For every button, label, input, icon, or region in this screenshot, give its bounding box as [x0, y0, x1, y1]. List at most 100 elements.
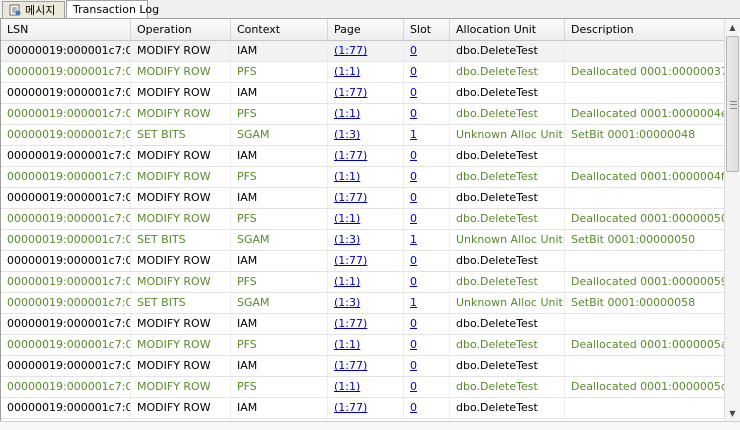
table-row[interactable]: 00000019:000001c7:0011MODIFY ROWIAM(1:77…: [1, 314, 725, 335]
cell-slot[interactable]: 1: [404, 230, 450, 250]
cell-page[interactable]: (1:77): [328, 83, 404, 103]
cell-description: Deallocated 0001:00000037: [565, 62, 725, 82]
cell-operation: MODIFY ROW: [131, 356, 231, 376]
cell-page[interactable]: (1:1): [328, 272, 404, 292]
cell-operation: MODIFY ROW: [131, 377, 231, 397]
table-row[interactable]: 00000019:000001c7:0015MODIFY ROWIAM(1:77…: [1, 398, 725, 419]
grid-header: LSN Operation Context Page Slot Allocati…: [1, 19, 725, 41]
column-header-operation[interactable]: Operation: [131, 19, 231, 40]
cell-page[interactable]: (1:3): [328, 230, 404, 250]
table-row[interactable]: 00000019:000001c7:0010SET BITSSGAM(1:3)1…: [1, 293, 725, 314]
cell-lsn: 00000019:000001c7:0015: [1, 398, 131, 418]
cell-slot[interactable]: 0: [404, 377, 450, 397]
cell-description: [565, 398, 725, 418]
table-row[interactable]: 00000019:000001c7:000cMODIFY ROWPFS(1:1)…: [1, 209, 725, 230]
cell-allocation-unit: dbo.DeleteTest: [450, 62, 565, 82]
cell-operation: MODIFY ROW: [131, 146, 231, 166]
cell-slot[interactable]: 0: [404, 335, 450, 355]
cell-operation: MODIFY ROW: [131, 62, 231, 82]
cell-description: [565, 314, 725, 334]
table-row[interactable]: 00000019:000001c7:0014MODIFY ROWPFS(1:1)…: [1, 377, 725, 398]
cell-operation: MODIFY ROW: [131, 209, 231, 229]
cell-context: IAM: [231, 188, 328, 208]
cell-slot[interactable]: 0: [404, 188, 450, 208]
cell-allocation-unit: dbo.DeleteTest: [450, 377, 565, 397]
cell-page[interactable]: (1:77): [328, 188, 404, 208]
cell-allocation-unit: dbo.DeleteTest: [450, 356, 565, 376]
cell-context: IAM: [231, 314, 328, 334]
cell-context: PFS: [231, 104, 328, 124]
cell-slot[interactable]: 0: [404, 83, 450, 103]
table-row[interactable]: 00000019:000001c7:000eMODIFY ROWIAM(1:77…: [1, 251, 725, 272]
cell-lsn: 00000019:000001c7:000e: [1, 251, 131, 271]
cell-page[interactable]: (1:77): [328, 356, 404, 376]
cell-page[interactable]: (1:77): [328, 251, 404, 271]
table-row[interactable]: 00000019:000001c7:000fMODIFY ROWPFS(1:1)…: [1, 272, 725, 293]
cell-page[interactable]: (1:3): [328, 293, 404, 313]
table-row[interactable]: 00000019:000001c7:0006MODIFY ROWIAM(1:77…: [1, 83, 725, 104]
cell-page[interactable]: (1:1): [328, 209, 404, 229]
cell-lsn: 00000019:000001c7:0009: [1, 146, 131, 166]
table-row[interactable]: 00000019:000001c7:000aMODIFY ROWPFS(1:1)…: [1, 167, 725, 188]
cell-page[interactable]: (1:77): [328, 398, 404, 418]
cell-page[interactable]: (1:1): [328, 104, 404, 124]
cell-description: [565, 83, 725, 103]
vertical-scrollbar[interactable]: ▲ ▼: [724, 19, 740, 421]
cell-slot[interactable]: 0: [404, 104, 450, 124]
cell-slot[interactable]: 0: [404, 209, 450, 229]
cell-description: Deallocated 0001:0000005d: [565, 377, 725, 397]
column-header-page[interactable]: Page: [328, 19, 404, 40]
cell-slot[interactable]: 0: [404, 146, 450, 166]
cell-lsn: 00000019:000001c7:0013: [1, 356, 131, 376]
cell-slot[interactable]: 0: [404, 167, 450, 187]
table-row[interactable]: 00000019:000001c7:0004MODIFY ROWIAM(1:77…: [1, 41, 725, 62]
column-header-slot[interactable]: Slot: [404, 19, 450, 40]
cell-context: SGAM: [231, 125, 328, 145]
messages-icon: [9, 4, 21, 16]
column-header-allocation-unit[interactable]: Allocation Unit: [450, 19, 565, 40]
cell-page[interactable]: (1:3): [328, 125, 404, 145]
cell-lsn: 00000019:000001c7:0008: [1, 125, 131, 145]
table-row[interactable]: 00000019:000001c7:0013MODIFY ROWIAM(1:77…: [1, 356, 725, 377]
cell-page[interactable]: (1:1): [328, 377, 404, 397]
cell-slot[interactable]: 0: [404, 398, 450, 418]
table-row[interactable]: 00000019:000001c7:0005MODIFY ROWPFS(1:1)…: [1, 62, 725, 83]
cell-page[interactable]: (1:1): [328, 62, 404, 82]
cell-operation: SET BITS: [131, 125, 231, 145]
table-row[interactable]: 00000019:000001c7:0012MODIFY ROWPFS(1:1)…: [1, 335, 725, 356]
table-row[interactable]: 00000019:000001c7:0009MODIFY ROWIAM(1:77…: [1, 146, 725, 167]
table-row[interactable]: 00000019:000001c7:000dSET BITSSGAM(1:3)1…: [1, 230, 725, 251]
cell-page[interactable]: (1:1): [328, 167, 404, 187]
cell-slot[interactable]: 0: [404, 62, 450, 82]
cell-lsn: 00000019:000001c7:0005: [1, 62, 131, 82]
cell-description: Deallocated 0001:00000059: [565, 272, 725, 292]
table-row[interactable]: 00000019:000001c7:000bMODIFY ROWIAM(1:77…: [1, 188, 725, 209]
cell-page[interactable]: (1:77): [328, 146, 404, 166]
grip-icon: [730, 101, 737, 109]
scrollbar-thumb[interactable]: [726, 36, 739, 172]
scroll-up-arrow-icon[interactable]: ▲: [725, 19, 740, 35]
cell-slot[interactable]: 0: [404, 41, 450, 61]
table-row[interactable]: 00000019:000001c7:0007MODIFY ROWPFS(1:1)…: [1, 104, 725, 125]
cell-slot[interactable]: 0: [404, 272, 450, 292]
tab-messages[interactable]: 메시지: [2, 1, 65, 18]
cell-page[interactable]: (1:77): [328, 314, 404, 334]
column-header-lsn[interactable]: LSN: [1, 19, 131, 40]
column-header-description[interactable]: Description: [565, 19, 725, 40]
column-header-context[interactable]: Context: [231, 19, 328, 40]
cell-lsn: 00000019:000001c7:0007: [1, 104, 131, 124]
results-grid[interactable]: LSN Operation Context Page Slot Allocati…: [0, 19, 725, 421]
cell-page[interactable]: (1:1): [328, 335, 404, 355]
cell-slot[interactable]: 1: [404, 125, 450, 145]
cell-page[interactable]: (1:77): [328, 41, 404, 61]
cell-context: PFS: [231, 335, 328, 355]
cell-slot[interactable]: 1: [404, 293, 450, 313]
cell-slot[interactable]: 0: [404, 356, 450, 376]
cell-slot[interactable]: 0: [404, 314, 450, 334]
table-row[interactable]: 00000019:000001c7:0008SET BITSSGAM(1:3)1…: [1, 125, 725, 146]
cell-slot[interactable]: 0: [404, 251, 450, 271]
cell-allocation-unit: dbo.DeleteTest: [450, 398, 565, 418]
scroll-down-arrow-icon[interactable]: ▼: [725, 405, 740, 421]
cell-operation: MODIFY ROW: [131, 314, 231, 334]
tab-transaction-log[interactable]: Transaction Log: [66, 0, 159, 18]
